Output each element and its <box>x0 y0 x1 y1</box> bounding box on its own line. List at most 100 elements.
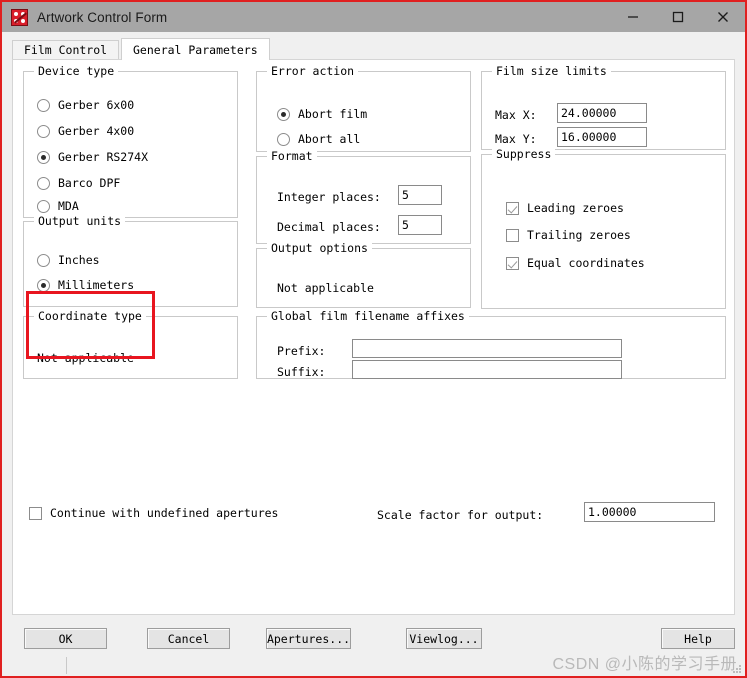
radio-indicator <box>37 124 50 138</box>
checkbox-indicator <box>506 228 519 242</box>
radio-label: Gerber 6x00 <box>58 98 135 112</box>
checkbox-equal-coordinates[interactable]: Equal coordinates <box>506 256 645 270</box>
minimize-button[interactable] <box>610 2 655 32</box>
csdn-watermark: CSDN @小陈的学习手册 <box>552 656 737 673</box>
group-output-units-legend: Output units <box>34 214 126 228</box>
group-device-type: Device type Gerber 6x00 Gerber 4x00 Gerb… <box>23 64 238 218</box>
radio-label: Gerber 4x00 <box>58 124 135 138</box>
tab-film-control[interactable]: Film Control <box>12 40 120 59</box>
radio-abort-film[interactable]: Abort film <box>277 107 367 121</box>
radio-label: Gerber RS274X <box>58 150 149 164</box>
checkbox-indicator <box>29 506 42 520</box>
scale-factor-input[interactable]: 1.00000 <box>584 502 715 522</box>
group-error-action-legend: Error action <box>267 64 359 78</box>
radio-millimeters[interactable]: Millimeters <box>37 278 134 292</box>
help-button[interactable]: Help <box>661 628 735 649</box>
checkbox-leading-zeroes[interactable]: Leading zeroes <box>506 201 624 215</box>
output-options-note: Not applicable <box>277 281 374 295</box>
integer-places-value: 5 <box>402 188 409 202</box>
group-device-type-legend: Device type <box>34 64 119 78</box>
radio-label: Abort all <box>298 132 361 146</box>
prefix-input[interactable] <box>352 339 622 358</box>
checkbox-indicator <box>506 201 519 215</box>
radio-indicator <box>37 253 50 267</box>
artwork-app-icon <box>11 8 28 26</box>
radio-mda[interactable]: MDA <box>37 199 79 213</box>
group-filename-affixes-legend: Global film filename affixes <box>267 309 469 323</box>
minimize-icon <box>626 10 640 24</box>
apertures-button-label: Apertures... <box>266 631 351 646</box>
group-suppress-legend: Suppress <box>492 147 556 161</box>
checkbox-label: Continue with undefined apertures <box>50 506 279 520</box>
checkbox-trailing-zeroes[interactable]: Trailing zeroes <box>506 228 631 242</box>
integer-places-input[interactable]: 5 <box>398 185 442 205</box>
max-x-input[interactable]: 24.00000 <box>557 103 647 123</box>
ok-button-label: OK <box>58 631 73 646</box>
viewlog-button-label: Viewlog... <box>409 631 479 646</box>
close-button[interactable] <box>700 2 745 32</box>
tab-general-parameters[interactable]: General Parameters <box>121 38 270 60</box>
max-y-input[interactable]: 16.00000 <box>557 127 647 147</box>
checkbox-label: Trailing zeroes <box>527 228 631 242</box>
decimal-places-value: 5 <box>402 218 409 232</box>
radio-gerber-6x00[interactable]: Gerber 6x00 <box>37 98 134 112</box>
viewlog-button[interactable]: Viewlog... <box>406 628 482 649</box>
decimal-places-input[interactable]: 5 <box>398 215 442 235</box>
radio-indicator <box>37 199 50 213</box>
radio-label: Barco DPF <box>58 176 121 190</box>
group-filename-affixes: Global film filename affixes Prefix: Suf… <box>256 309 726 379</box>
group-film-size-limits-legend: Film size limits <box>492 64 611 78</box>
group-format-legend: Format <box>267 149 317 163</box>
checkbox-label: Leading zeroes <box>527 201 624 215</box>
radio-indicator <box>37 278 50 292</box>
radio-indicator <box>37 98 50 112</box>
max-x-label: Max X: <box>495 108 537 122</box>
scale-factor-value: 1.00000 <box>588 505 637 519</box>
group-suppress: Suppress Leading zeroes Trailing zeroes … <box>481 147 726 309</box>
suffix-label: Suffix: <box>277 365 326 379</box>
group-output-units: Output units Inches Millimeters <box>23 214 238 307</box>
apertures-button[interactable]: Apertures... <box>266 628 351 649</box>
status-bar-divider <box>66 657 67 674</box>
tab-film-control-label: Film Control <box>24 43 108 57</box>
coordinate-type-note: Not applicable <box>37 351 134 365</box>
group-coordinate-type: Coordinate type Not applicable <box>23 309 238 379</box>
title-bar: Artwork Control Form <box>2 2 745 32</box>
radio-label: Millimeters <box>58 278 135 292</box>
help-button-label: Help <box>684 631 712 646</box>
scale-factor-label: Scale factor for output: <box>377 508 544 522</box>
cancel-button-label: Cancel <box>167 631 210 646</box>
checkbox-continue-undefined-apertures[interactable]: Continue with undefined apertures <box>29 506 278 520</box>
suffix-input[interactable] <box>352 360 622 379</box>
checkbox-label: Equal coordinates <box>527 256 645 270</box>
radio-barco-dpf[interactable]: Barco DPF <box>37 176 120 190</box>
integer-places-label: Integer places: <box>277 190 381 204</box>
checkbox-indicator <box>506 256 519 270</box>
tab-strip: Film Control General Parameters <box>12 38 735 60</box>
ok-button[interactable]: OK <box>24 628 107 649</box>
max-x-value: 24.00000 <box>561 106 617 120</box>
close-icon <box>716 10 730 24</box>
tab-general-parameters-label: General Parameters <box>133 42 258 57</box>
maximize-icon <box>671 10 685 24</box>
resize-grip-icon[interactable] <box>731 663 741 673</box>
radio-gerber-rs274x[interactable]: Gerber RS274X <box>37 150 148 164</box>
prefix-label: Prefix: <box>277 344 326 358</box>
radio-indicator <box>37 176 50 190</box>
group-film-size-limits: Film size limits Max X: 24.00000 Max Y: … <box>481 64 726 150</box>
general-parameters-panel: Device type Gerber 6x00 Gerber 4x00 Gerb… <box>12 59 735 615</box>
radio-gerber-4x00[interactable]: Gerber 4x00 <box>37 124 134 138</box>
radio-inches[interactable]: Inches <box>37 253 100 267</box>
maximize-button[interactable] <box>655 2 700 32</box>
group-output-options-legend: Output options <box>267 241 372 255</box>
group-coordinate-type-legend: Coordinate type <box>34 309 146 323</box>
cancel-button[interactable]: Cancel <box>147 628 230 649</box>
group-output-options: Output options Not applicable <box>256 241 471 308</box>
artwork-control-form-window: Artwork Control Form Film Control Genera… <box>0 0 747 678</box>
group-format: Format Integer places: 5 Decimal places:… <box>256 149 471 244</box>
max-y-label: Max Y: <box>495 132 537 146</box>
radio-label: Inches <box>58 253 100 267</box>
group-error-action: Error action Abort film Abort all <box>256 64 471 152</box>
radio-indicator <box>37 150 50 164</box>
radio-abort-all[interactable]: Abort all <box>277 132 360 146</box>
